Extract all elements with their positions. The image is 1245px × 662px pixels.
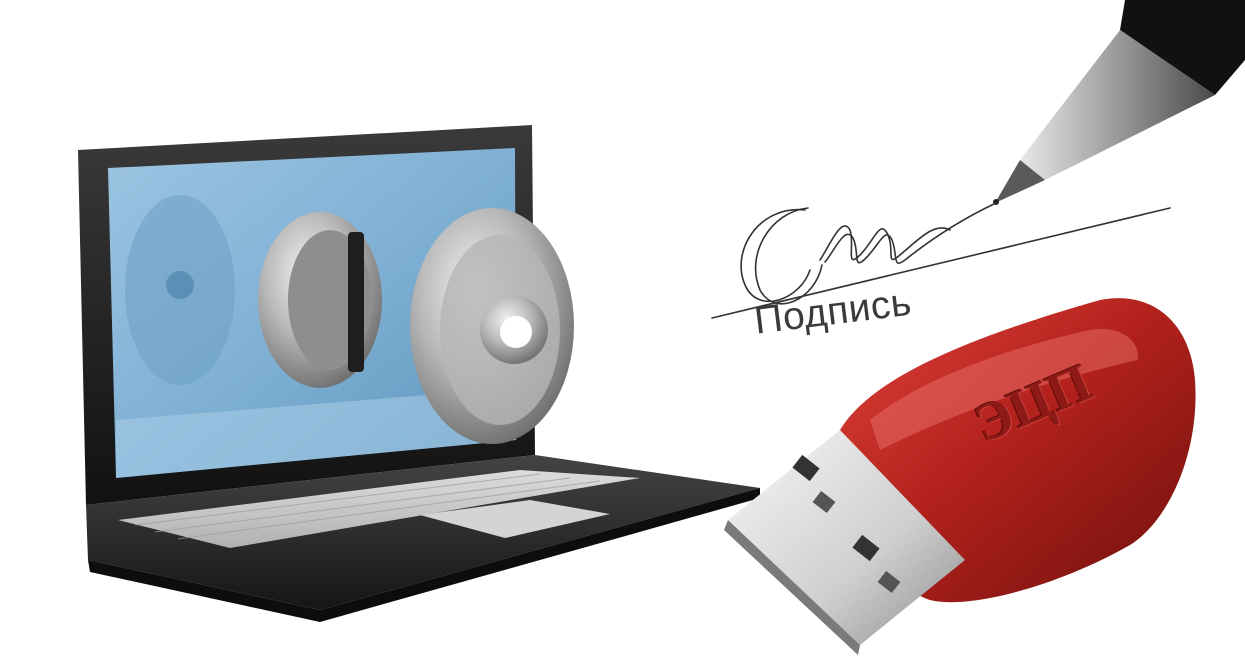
usb-token-icon [724, 298, 1196, 655]
pen-icon [993, 0, 1245, 205]
scene [78, 0, 1245, 655]
